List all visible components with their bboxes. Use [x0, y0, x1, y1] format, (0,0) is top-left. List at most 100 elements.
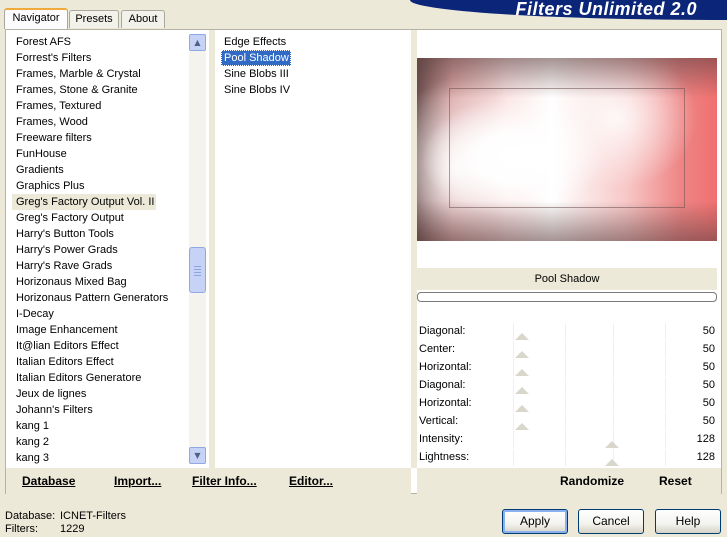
slider-row: Vertical: 50 — [417, 413, 717, 431]
database-value: ICNET-Filters — [60, 510, 126, 522]
tab-presets[interactable]: Presets — [69, 10, 119, 28]
left-action-bar: Database Import... Filter Info... Editor… — [6, 468, 411, 494]
filter-item[interactable]: Pool Shadow — [221, 50, 291, 66]
category-item[interactable]: Greg's Factory Output Vol. II — [12, 194, 156, 210]
slider-track[interactable] — [465, 449, 717, 466]
category-item[interactable]: I-Decay — [12, 306, 188, 322]
category-item[interactable]: It@lian Editors Effect — [12, 338, 188, 354]
slider-label: Lightness: — [419, 451, 470, 463]
filter-item[interactable]: Sine Blobs III — [221, 66, 411, 82]
category-item[interactable]: Frames, Stone & Granite — [12, 82, 188, 98]
slider-track[interactable] — [465, 431, 717, 448]
slider-value: 128 — [696, 433, 715, 445]
filters-count: 1229 — [60, 523, 85, 535]
category-item[interactable]: Italian Editors Effect — [12, 354, 188, 370]
slider-thumb[interactable] — [515, 423, 529, 430]
slider-thumb[interactable] — [605, 441, 619, 448]
editor-button[interactable]: Editor... — [289, 474, 333, 488]
category-item[interactable]: Harry's Power Grads — [12, 242, 188, 258]
slider-label: Diagonal: — [419, 379, 466, 391]
slider-value: 50 — [702, 325, 715, 337]
category-item[interactable]: Johann's Filters — [12, 402, 188, 418]
slider-row: Lightness: 128 — [417, 449, 717, 467]
slider-value: 50 — [702, 379, 715, 391]
slider-row: Diagonal: 50 — [417, 323, 717, 341]
help-button[interactable]: Help — [655, 509, 721, 534]
slider-thumb[interactable] — [515, 387, 529, 394]
category-item[interactable]: Harry's Button Tools — [12, 226, 188, 242]
filter-item[interactable]: Edge Effects — [221, 34, 411, 50]
category-item[interactable]: Harry's Rave Grads — [12, 258, 188, 274]
category-item[interactable]: Image Enhancement — [12, 322, 188, 338]
category-item[interactable]: Horizonaus Mixed Bag — [12, 274, 188, 290]
slider-thumb[interactable] — [515, 369, 529, 376]
triangle-down-icon[interactable]: ▼ — [189, 447, 206, 464]
cancel-button[interactable]: Cancel — [578, 509, 644, 534]
slider-track[interactable] — [465, 413, 717, 430]
tab-navigator[interactable]: Navigator — [4, 8, 68, 29]
category-item[interactable]: Jeux de lignes — [12, 386, 188, 402]
category-item[interactable]: kang 3 — [12, 450, 188, 466]
parameter-sliders: Diagonal: 50 Center: 50 Horizontal: 50 Diagona… — [417, 323, 717, 467]
category-item[interactable]: Gradients — [12, 162, 188, 178]
category-item[interactable]: Graphics Plus — [12, 178, 188, 194]
main-panel: Forest AFS Forrest's Filters Frames, Marbl… — [5, 29, 722, 494]
triangle-up-icon[interactable]: ▲ — [189, 34, 206, 51]
slider-value: 50 — [702, 397, 715, 409]
category-item[interactable]: Frames, Textured — [12, 98, 188, 114]
slider-row: Center: 50 — [417, 341, 717, 359]
randomize-button[interactable]: Randomize — [560, 474, 624, 488]
category-item[interactable]: Frames, Marble & Crystal — [12, 66, 188, 82]
slider-row: Intensity: 128 — [417, 431, 717, 449]
title-banner: Filters Unlimited 2.0 — [410, 0, 727, 20]
category-list[interactable]: Forest AFS Forrest's Filters Frames, Marbl… — [12, 34, 188, 466]
slider-value: 50 — [702, 343, 715, 355]
filter-info-button[interactable]: Filter Info... — [192, 474, 257, 488]
slider-value: 50 — [702, 361, 715, 373]
category-item[interactable]: Italian Editors Generatore — [12, 370, 188, 386]
slider-label: Horizontal: — [419, 361, 472, 373]
slider-label: Vertical: — [419, 415, 459, 427]
reset-button[interactable]: Reset — [659, 474, 692, 488]
category-item[interactable]: Freeware filters — [12, 130, 188, 146]
slider-thumb[interactable] — [515, 405, 529, 412]
slider-value: 50 — [702, 415, 715, 427]
category-item[interactable]: Forest AFS — [12, 34, 188, 50]
category-item[interactable]: Forrest's Filters — [12, 50, 188, 66]
category-scrollbar[interactable]: ▲ ▼ — [189, 34, 206, 464]
slider-value: 128 — [696, 451, 715, 463]
category-item[interactable]: FunHouse — [12, 146, 188, 162]
category-item[interactable]: kang 1 — [12, 418, 188, 434]
right-action-bar: Randomize Reset — [417, 468, 721, 494]
slider-thumb[interactable] — [515, 333, 529, 340]
slider-track[interactable] — [465, 323, 717, 340]
scrollbar-thumb[interactable] — [189, 247, 206, 293]
slider-track[interactable] — [465, 359, 717, 376]
progress-bar — [417, 292, 717, 302]
slider-row: Horizontal: 50 — [417, 359, 717, 377]
apply-button[interactable]: Apply — [502, 509, 568, 534]
divider — [209, 30, 215, 468]
slider-label: Diagonal: — [419, 325, 466, 337]
slider-thumb[interactable] — [515, 351, 529, 358]
filter-list[interactable]: Edge Effects Pool Shadow Sine Blobs III Sin… — [221, 34, 411, 98]
slider-row: Diagonal: 50 — [417, 377, 717, 395]
slider-track[interactable] — [465, 377, 717, 394]
category-item[interactable]: kang 2 — [12, 434, 188, 450]
database-label: Database: — [5, 510, 56, 522]
slider-row: Horizontal: 50 — [417, 395, 717, 413]
slider-thumb[interactable] — [605, 459, 619, 466]
database-button[interactable]: Database — [22, 474, 75, 488]
slider-track[interactable] — [465, 395, 717, 412]
category-item[interactable]: Frames, Wood — [12, 114, 188, 130]
category-item[interactable]: Greg's Factory Output — [12, 210, 188, 226]
slider-track[interactable] — [465, 341, 717, 358]
preview-image — [417, 58, 717, 241]
tab-about[interactable]: About — [121, 10, 165, 28]
app-title: Filters Unlimited 2.0 — [515, 0, 697, 19]
slider-label: Horizontal: — [419, 397, 472, 409]
category-item[interactable]: Horizonaus Pattern Generators — [12, 290, 188, 306]
filter-item[interactable]: Sine Blobs IV — [221, 82, 411, 98]
import-button[interactable]: Import... — [114, 474, 161, 488]
slider-label: Center: — [419, 343, 456, 355]
